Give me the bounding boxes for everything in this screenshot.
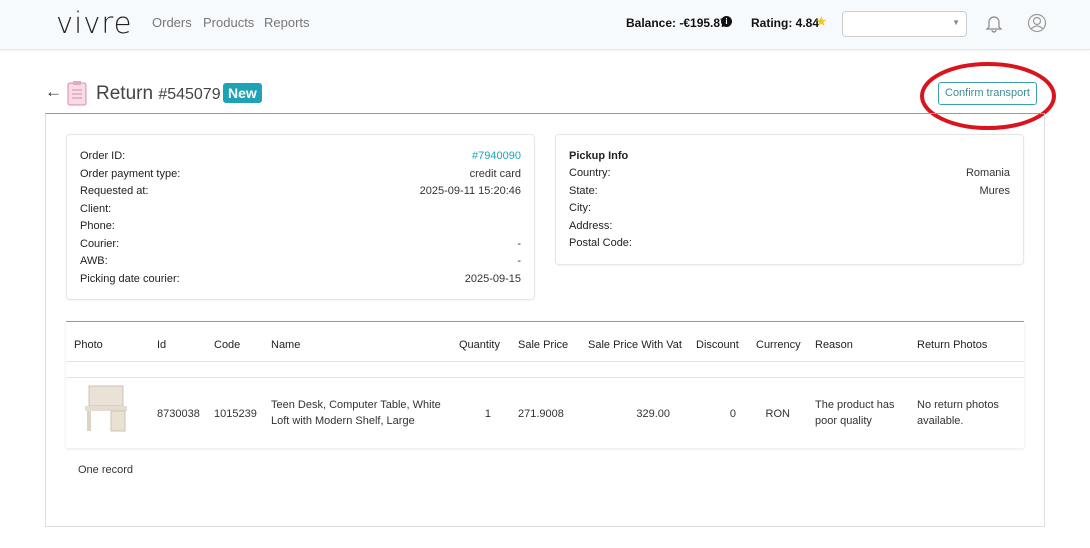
info-row: Country: Romania [569,167,1010,184]
cell-name: Teen Desk, Computer Table, White Loft wi… [271,399,441,427]
info-value: - [517,255,521,267]
info-value[interactable]: #7940090 [472,150,521,162]
store-select[interactable]: ▼ [842,11,967,37]
info-row: Phone: [80,220,521,237]
bell-icon[interactable] [985,13,1003,33]
balance: Balance: -€195.87 [626,16,727,30]
info-label: AWB: [80,255,108,267]
info-row: State: Mures [569,185,1010,202]
info-label: Courier: [80,237,120,250]
cell-sale-price-vat: 329.00 [636,408,670,420]
rating: Rating: 4.84 [751,16,820,30]
product-photo[interactable] [83,384,129,434]
info-row: AWB: - [80,255,521,272]
column-header[interactable]: Id [157,339,166,351]
info-value: 2025-09-15 [464,272,521,285]
clipboard-icon [67,81,87,106]
info-label: City: [569,202,591,214]
info-row: Order ID: #7940090 [80,150,521,167]
info-row: Order payment type: credit card [80,168,521,185]
info-label: Address: [569,219,613,232]
products-table: Photo Id Code Name Quantity Sale Price Sale Pr… [66,321,1024,448]
info-row: Picking date courier: 2025-09-15 [80,273,521,290]
cell-sale-price: 271.9008 [518,408,564,420]
column-header[interactable]: Sale Price With Vat [588,339,682,351]
info-label: Order ID: [80,150,126,162]
column-header[interactable]: Name [271,339,300,351]
column-header[interactable]: Photo [74,339,103,351]
cell-quantity: 1 [484,408,491,420]
status-badge: New [223,83,262,103]
pickup-info-card: Pickup Info Country: Romania State: Mures Ci… [555,134,1024,265]
header-divider [66,361,1024,362]
info-label: Postal Code: [569,237,632,249]
info-label: Client: [80,202,112,215]
star-icon: ★ [815,13,828,29]
nav-reports[interactable]: Reports [264,15,310,30]
column-header[interactable]: Reason [815,339,853,351]
info-value: credit card [469,167,521,180]
cell-discount: 0 [729,408,736,420]
info-label: State: [569,184,598,197]
record-count: One record [78,464,134,476]
back-arrow-icon[interactable]: ← [45,82,62,102]
info-label: Requested at: [80,185,149,197]
info-value: Romania [965,167,1010,179]
nav-orders[interactable]: Orders [152,15,192,30]
nav-products[interactable]: Products [203,15,254,30]
logo[interactable]: vivre [56,6,133,40]
return-number: #545079 [158,86,221,103]
info-value: 2025-09-11 15:20:46 [419,185,521,197]
pickup-title: Pickup Info [569,150,629,162]
cell-code: 1015239 [214,408,257,420]
info-row: Requested at: 2025-09-11 15:20:46 [80,185,521,202]
order-info-card: Order ID: #7940090 Order payment type: cred… [66,134,535,300]
info-icon[interactable]: i [721,16,732,27]
info-row: City: [569,202,1010,219]
info-row: Postal Code: [569,237,1010,254]
info-value: Mures [979,184,1010,197]
cell-reason: The product has poor quality [815,399,895,427]
column-header[interactable]: Currency [756,339,801,351]
column-header[interactable]: Code [214,339,240,351]
cell-return-photos: No return photos available. [917,399,999,427]
info-label: Order payment type: [80,167,181,180]
column-header[interactable]: Discount [696,339,739,351]
column-header[interactable]: Quantity [459,339,500,351]
info-label: Phone: [80,220,115,232]
cell-currency: RON [765,408,790,420]
cell-id: 8730038 [157,408,200,420]
info-row: Address: [569,220,1010,237]
page-title: Return #545079 [96,83,221,104]
info-label: Picking date courier: [80,272,180,285]
info-row: Client: [80,203,521,220]
info-row: Courier: - [80,238,521,255]
column-header[interactable]: Sale Price [518,339,568,351]
top-navbar: vivre Orders Products Reports Balance: -… [0,0,1090,50]
info-label: Country: [569,167,611,179]
chevron-down-icon: ▼ [952,18,960,27]
user-icon[interactable] [1027,13,1047,33]
row-divider [66,377,1024,378]
info-value: - [517,237,521,250]
column-header[interactable]: Return Photos [917,339,987,351]
